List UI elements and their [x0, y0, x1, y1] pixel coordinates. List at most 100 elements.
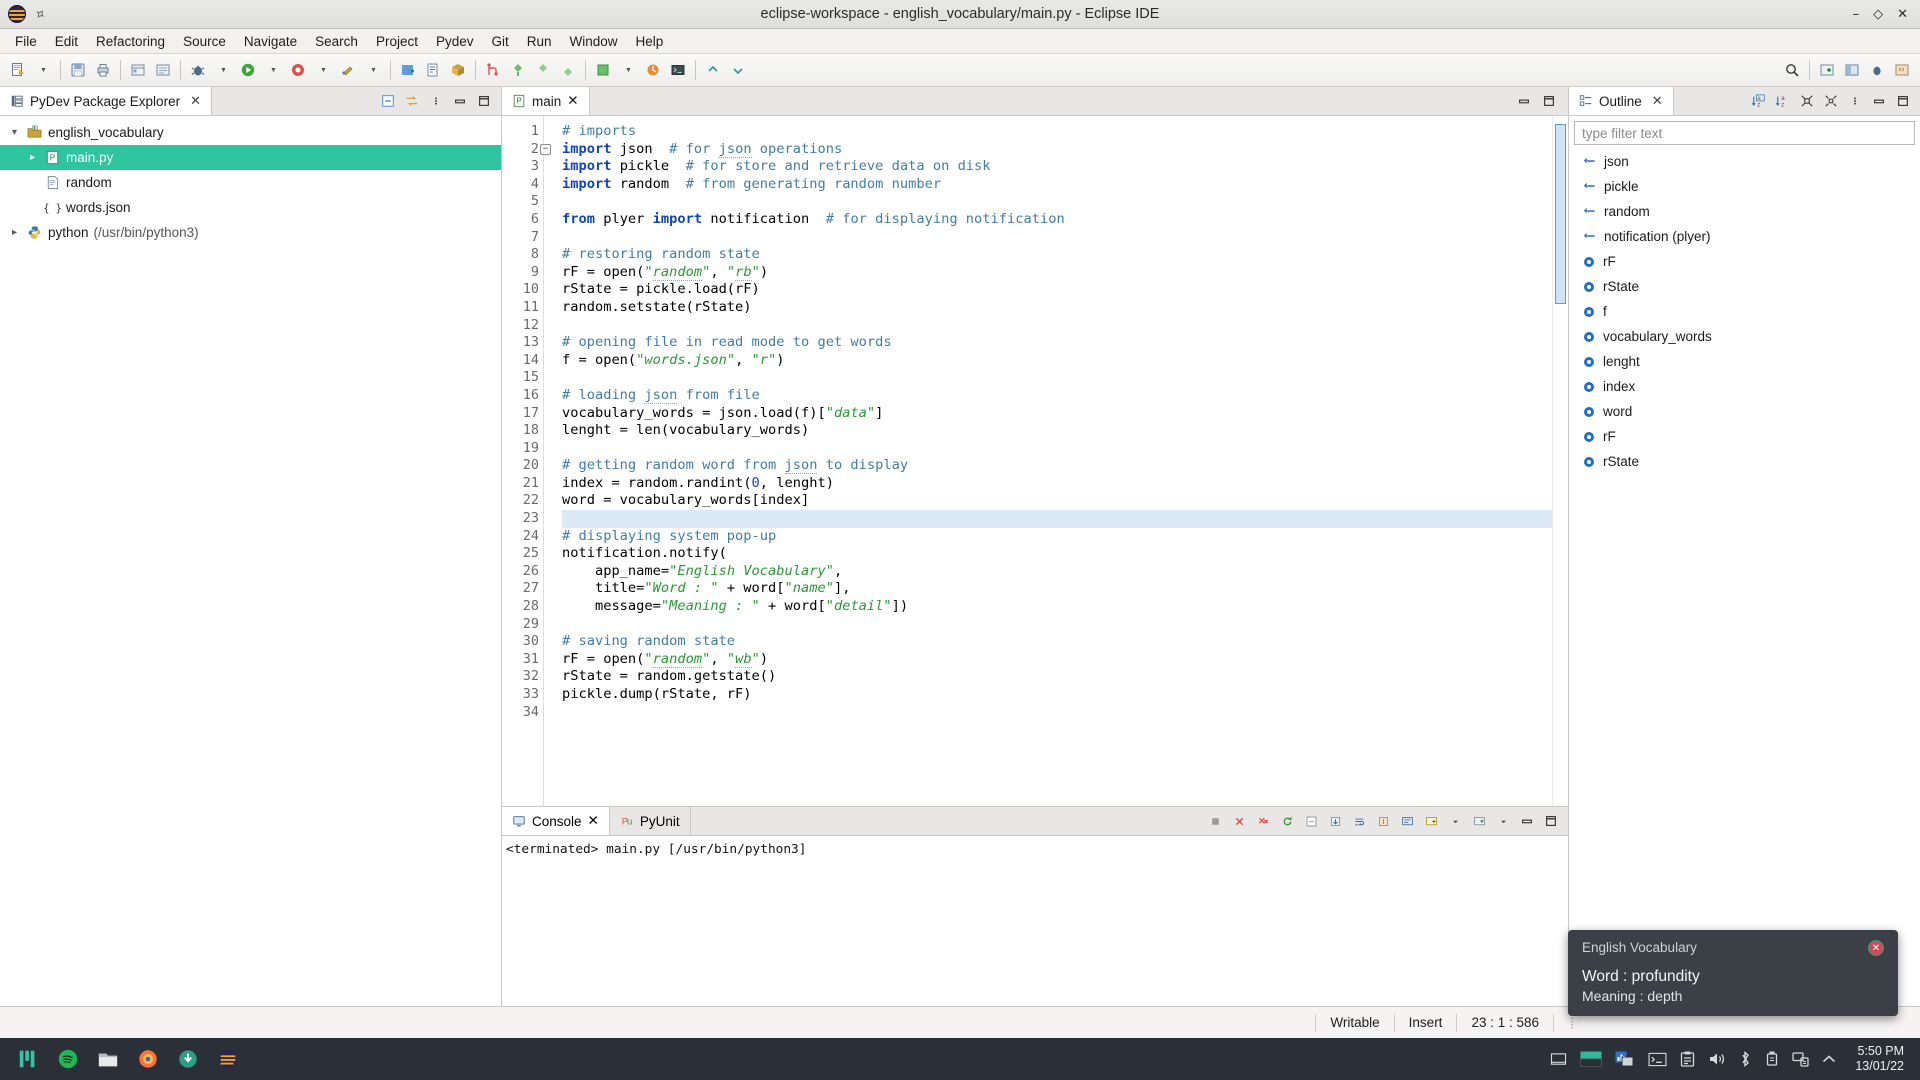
new-pydev-project-button[interactable]: [396, 58, 420, 82]
app-menu-icon[interactable]: [10, 1043, 46, 1075]
code-text[interactable]: # importsimport json # for json operatio…: [544, 116, 1552, 806]
code-line[interactable]: [562, 440, 1552, 458]
tab-pydev-package-explorer[interactable]: PyDev Package Explorer ✕: [0, 87, 212, 115]
code-line[interactable]: [562, 229, 1552, 247]
git-repositories-button[interactable]: [481, 58, 505, 82]
code-line[interactable]: random.setstate(rState): [562, 299, 1552, 317]
git-pull-button[interactable]: [531, 58, 555, 82]
relaunch-button[interactable]: [1276, 810, 1298, 832]
clear-console-button[interactable]: [1300, 810, 1322, 832]
minimize-view-button[interactable]: [449, 90, 471, 112]
outline-item[interactable]: json: [1569, 149, 1920, 174]
maximize-view-button[interactable]: [473, 90, 495, 112]
code-line[interactable]: rState = random.getstate(): [562, 668, 1552, 686]
new-python-module-button[interactable]: [421, 58, 445, 82]
minimize-editor-button[interactable]: [1513, 90, 1535, 112]
terminal-icon[interactable]: [1648, 1052, 1667, 1067]
outline-item[interactable]: notification (plyer): [1569, 224, 1920, 249]
menu-item-pydev[interactable]: Pydev: [427, 31, 483, 52]
menu-item-help[interactable]: Help: [627, 31, 673, 52]
code-line[interactable]: rF = open("random", "wb"): [562, 651, 1552, 669]
code-line[interactable]: # imports: [562, 123, 1552, 141]
volume-icon[interactable]: [1708, 1051, 1726, 1067]
external-tools-dropdown[interactable]: ▼: [361, 58, 385, 82]
scrollbar-thumb[interactable]: [1555, 124, 1566, 304]
expand-all-button[interactable]: [1820, 90, 1842, 112]
outline-item[interactable]: rState: [1569, 449, 1920, 474]
git-commit-button[interactable]: [506, 58, 530, 82]
debug-button[interactable]: [186, 58, 210, 82]
code-line[interactable]: # displaying system pop-up: [562, 528, 1552, 546]
tree-item-words-json[interactable]: { } words.json: [0, 195, 501, 220]
close-window-button[interactable]: ✕: [1897, 8, 1908, 21]
git-push-button[interactable]: [556, 58, 580, 82]
taskbar-clock[interactable]: 5:50 PM 13/01/22: [1849, 1044, 1904, 1074]
minimize-window-button[interactable]: –: [1853, 8, 1860, 21]
spotify-icon[interactable]: [50, 1043, 86, 1075]
debug-dropdown[interactable]: ▼: [211, 58, 235, 82]
open-type-button[interactable]: [126, 58, 150, 82]
sort-alpha-button[interactable]: az: [1772, 90, 1794, 112]
view-menu-button[interactable]: [1844, 90, 1866, 112]
profile-button[interactable]: [641, 58, 665, 82]
close-icon[interactable]: ✕: [190, 93, 201, 109]
eclipse-icon[interactable]: [210, 1043, 246, 1075]
menu-item-project[interactable]: Project: [367, 31, 427, 52]
java-perspective-icon[interactable]: [1890, 58, 1914, 82]
code-line[interactable]: # saving random state: [562, 633, 1552, 651]
tree-item-main-py[interactable]: ▸ P main.py: [0, 145, 501, 170]
download-icon[interactable]: [170, 1043, 206, 1075]
previous-annotation-button[interactable]: [701, 58, 725, 82]
coverage-button[interactable]: [286, 58, 310, 82]
system-monitor-icon[interactable]: [1615, 1051, 1635, 1067]
code-line[interactable]: [562, 369, 1552, 387]
code-line[interactable]: rState = pickle.load(rF): [562, 281, 1552, 299]
open-console-button[interactable]: [1420, 810, 1442, 832]
close-icon[interactable]: ✕: [588, 813, 599, 829]
minimize-console-button[interactable]: [1516, 810, 1538, 832]
code-line[interactable]: import pickle # for store and retrieve d…: [562, 158, 1552, 176]
open-task-button[interactable]: [151, 58, 175, 82]
new-wizard-dropdown[interactable]: ▼: [31, 58, 55, 82]
run-dropdown[interactable]: ▼: [261, 58, 285, 82]
debug-perspective-icon[interactable]: [1865, 58, 1889, 82]
close-icon[interactable]: ✕: [567, 93, 578, 109]
pin-icon[interactable]: ✧: [30, 4, 49, 25]
tab-console[interactable]: Console ✕: [502, 807, 610, 835]
quick-access-search-icon[interactable]: [1780, 58, 1804, 82]
open-perspective-icon[interactable]: [1815, 58, 1839, 82]
code-line[interactable]: from plyer import notification # for dis…: [562, 211, 1552, 229]
pydev-package-button[interactable]: [446, 58, 470, 82]
outline-filter-input[interactable]: type filter text: [1574, 121, 1915, 145]
code-line[interactable]: [562, 704, 1552, 722]
network-icon[interactable]: [1792, 1051, 1809, 1067]
menu-item-search[interactable]: Search: [306, 31, 367, 52]
open-console-dropdown[interactable]: ▼: [616, 58, 640, 82]
terminate-button[interactable]: [1204, 810, 1226, 832]
close-icon[interactable]: ✕: [1868, 940, 1884, 956]
outline-item[interactable]: index: [1569, 374, 1920, 399]
run-button[interactable]: [236, 58, 260, 82]
pin-console-button[interactable]: [1372, 810, 1394, 832]
menu-item-git[interactable]: Git: [483, 31, 518, 52]
outline-item[interactable]: f: [1569, 299, 1920, 324]
new-console-view-button[interactable]: [1468, 810, 1490, 832]
code-editor[interactable]: 12−3456789101112131415161718192021222324…: [502, 116, 1568, 806]
status-resize-handle[interactable]: [1553, 1014, 1590, 1032]
chevron-down-icon[interactable]: ▾: [8, 127, 21, 138]
code-line[interactable]: # opening file in read mode to get words: [562, 334, 1552, 352]
outline-item[interactable]: lenght: [1569, 349, 1920, 374]
next-annotation-button[interactable]: [726, 58, 750, 82]
bluetooth-icon[interactable]: [1739, 1051, 1752, 1067]
show-desktop-icon[interactable]: [1550, 1052, 1567, 1067]
code-line[interactable]: [562, 193, 1552, 211]
outline-item[interactable]: word: [1569, 399, 1920, 424]
tree-item-english-vocabulary[interactable]: ▾ english_vocabulary: [0, 120, 501, 145]
link-with-editor-button[interactable]: [401, 90, 423, 112]
tab-pyunit[interactable]: Pu PyUnit: [610, 807, 691, 835]
menu-item-edit[interactable]: Edit: [46, 31, 87, 52]
menu-item-file[interactable]: File: [6, 31, 46, 52]
tree-item-random[interactable]: random: [0, 170, 501, 195]
outline-item[interactable]: rState: [1569, 274, 1920, 299]
code-line[interactable]: import json # for json operations: [562, 141, 1552, 159]
